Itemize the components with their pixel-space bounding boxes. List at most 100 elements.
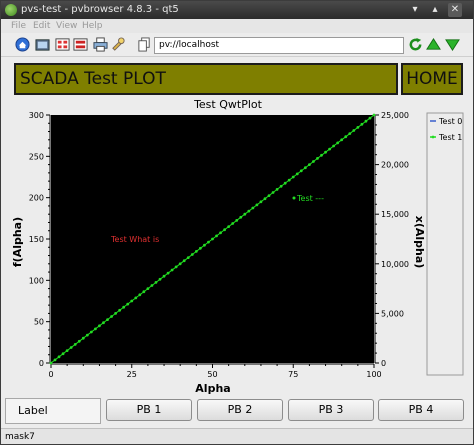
- series-test1-point: [150, 284, 154, 287]
- series-test1-point: [190, 253, 194, 256]
- series-test1-point: [198, 246, 202, 250]
- series-test1-point: [122, 305, 126, 309]
- series-test1-point: [146, 287, 150, 290]
- series-test1-point: [85, 333, 89, 337]
- series-test1-point: [336, 141, 340, 145]
- pb1-button[interactable]: PB 1: [106, 399, 192, 421]
- pb3-button[interactable]: PB 3: [288, 399, 374, 421]
- series-test1-point: [130, 299, 134, 303]
- print-icon[interactable]: [93, 37, 108, 52]
- series-test1-point: [344, 135, 348, 139]
- y-tick-label: 250: [29, 152, 44, 161]
- legend-test1[interactable]: Test 1: [438, 133, 462, 142]
- series-test1-point: [106, 318, 109, 321]
- y2-tick-label: 25,000: [381, 111, 409, 120]
- y-tick-label: 100: [29, 276, 44, 285]
- arrow-down-icon[interactable]: [445, 37, 460, 52]
- screenshot-icon[interactable]: [35, 37, 50, 52]
- series-test1-point: [291, 175, 295, 179]
- copy-icon[interactable]: [137, 37, 152, 52]
- y2-tick-label: 20,000: [381, 161, 409, 170]
- series-test1-point: [227, 225, 231, 229]
- url-input[interactable]: pv://localhost: [154, 37, 404, 54]
- status-bar: mask7: [1, 428, 473, 444]
- menu-edit[interactable]: Edit: [33, 20, 50, 32]
- browser-window: pvs-test - pvbrowser 4.8.3 - qt5 ▾ ▴ ✕ F…: [0, 0, 474, 445]
- series-test1-point: [215, 234, 218, 238]
- qwt-plot: Test QwtPlot 0 50 100 150 200 250 300 0 5,000 10…: [9, 97, 467, 395]
- menu-file[interactable]: File: [11, 20, 26, 32]
- series-test1-point: [73, 343, 77, 346]
- series-test1-point: [243, 212, 247, 216]
- series-test1-point: [271, 191, 275, 194]
- series-test1-point: [61, 352, 65, 356]
- pb4-button[interactable]: PB 4: [378, 399, 464, 421]
- series-test1-point: [194, 250, 198, 253]
- series-test1-point: [98, 324, 101, 328]
- gallery-icon[interactable]: [55, 37, 70, 52]
- series-test1-point: [263, 197, 267, 201]
- series-test1-point: [312, 160, 315, 163]
- home-button[interactable]: HOME: [401, 63, 463, 95]
- y-tick-label: 200: [29, 194, 44, 203]
- page-title: SCADA Test PLOT: [20, 69, 166, 89]
- series-test1-point: [340, 138, 344, 142]
- home-icon[interactable]: [15, 37, 30, 52]
- series-test1-point: [186, 256, 190, 259]
- series-test1-point: [239, 215, 243, 219]
- series-test1-point: [154, 281, 158, 284]
- x-tick-label: 25: [127, 370, 137, 379]
- x-tick-label: 0: [48, 370, 53, 379]
- menu-bar: File Edit View Help: [1, 19, 473, 33]
- series-test1-point: [308, 163, 311, 166]
- series-test1-point: [203, 243, 206, 247]
- series-test1-point: [328, 147, 331, 151]
- series-test1-point: [223, 228, 227, 232]
- minimize-button[interactable]: ▾: [408, 3, 422, 17]
- qwt-plot-chart: Test QwtPlot 050100150200250300 05,00010…: [11, 98, 464, 395]
- left-axis: 0 50 100 150 200 250 300: [29, 111, 51, 368]
- x-axis-label: Alpha: [195, 382, 230, 395]
- series-test1-point: [182, 259, 186, 263]
- series-test1-point: [134, 296, 138, 300]
- series-test1-point: [211, 237, 214, 241]
- series-test1-point: [207, 240, 210, 244]
- series-test1-point: [255, 203, 259, 207]
- series-test1-point: [170, 268, 174, 272]
- series-test1-point: [275, 188, 279, 191]
- series-test1-point: [174, 265, 178, 269]
- title-bar[interactable]: pvs-test - pvbrowser 4.8.3 - qt5 ▾ ▴ ✕: [1, 1, 473, 19]
- reload-icon[interactable]: [408, 37, 423, 52]
- legend-test0[interactable]: Test 0: [438, 117, 462, 126]
- series-test1-point: [178, 262, 182, 266]
- series-test1-point: [295, 172, 299, 176]
- series-test1-point: [356, 126, 360, 129]
- series-test1-point: [57, 355, 61, 359]
- x-tick-label: 100: [366, 370, 381, 379]
- maximize-button[interactable]: ▴: [428, 3, 442, 17]
- series-test1-point: [77, 339, 81, 343]
- arrow-up-icon[interactable]: [426, 37, 441, 52]
- gallery-alt-icon[interactable]: [73, 37, 88, 52]
- series-test1-point: [320, 153, 323, 157]
- status-text: mask7: [5, 432, 35, 442]
- legend-marker-test1: [431, 135, 435, 139]
- series-test1-point: [303, 166, 307, 170]
- menu-view[interactable]: View: [56, 20, 77, 32]
- y2-tick-label: 15,000: [381, 210, 409, 219]
- series-test1-point: [247, 209, 251, 213]
- series-test1-point: [81, 336, 85, 340]
- y2-tick-label: 10,000: [381, 260, 409, 269]
- tools-icon[interactable]: [111, 37, 126, 52]
- series-test1-point: [352, 129, 356, 132]
- annotation-green-marker: [292, 196, 296, 200]
- pb2-button[interactable]: PB 2: [197, 399, 283, 421]
- close-button[interactable]: ✕: [448, 3, 462, 17]
- annotation-green: Test ---: [296, 194, 324, 203]
- series-test1-point: [49, 361, 53, 365]
- pvbrowser-app-icon: [5, 4, 17, 16]
- series-test1-point: [348, 132, 352, 135]
- series-test1-point: [110, 315, 113, 318]
- menu-help[interactable]: Help: [82, 20, 103, 32]
- series-test1-point: [53, 358, 57, 362]
